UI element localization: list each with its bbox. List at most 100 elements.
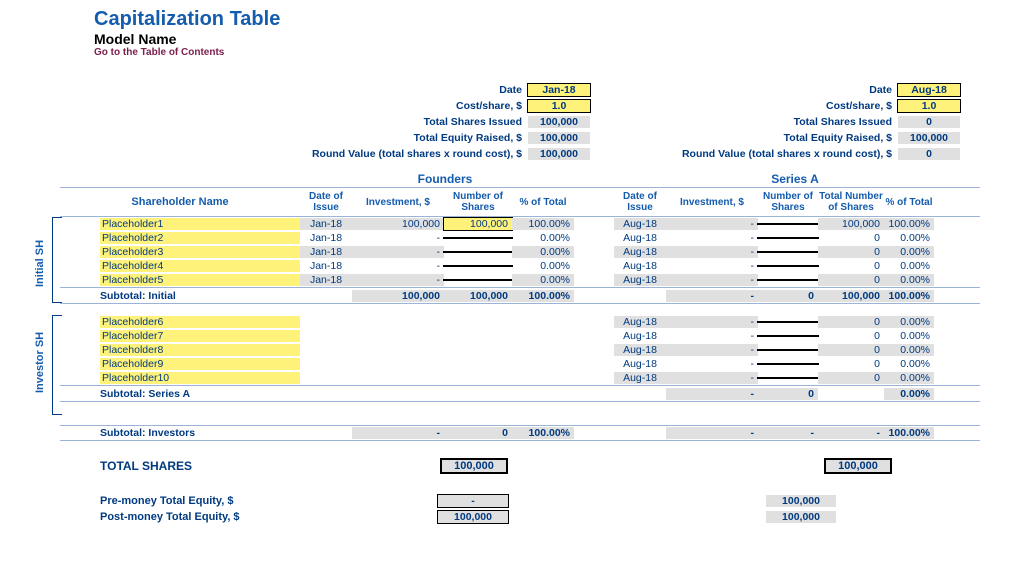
- col-pct-a: % of Total: [884, 197, 934, 208]
- pre-money-f: -: [438, 495, 508, 507]
- cell-pct-f: 0.00%: [512, 232, 574, 244]
- table-row: Placeholder8Aug-18-00.00%: [60, 343, 980, 357]
- cell-inv-a: -: [666, 316, 758, 328]
- cell-inv-f: -: [352, 260, 444, 272]
- label-tsi: Total Shares Issued: [300, 116, 528, 128]
- col-inv-a: Investment, $: [666, 197, 758, 208]
- shareholder-name[interactable]: Placeholder1: [100, 218, 300, 230]
- cell-tot-a: 0: [818, 246, 884, 258]
- cell-tot-a: 0: [818, 330, 884, 342]
- table-row: Placeholder4Jan-18-0.00%Aug-18-00.00%: [60, 259, 980, 273]
- total-shares-a: 100,000: [826, 460, 890, 472]
- shareholder-name[interactable]: Placeholder4: [100, 260, 300, 272]
- col-pct-f: % of Total: [512, 197, 574, 208]
- cell-pct-a: 100.00%: [884, 218, 934, 230]
- col-num-f: Number of Shares: [444, 191, 512, 213]
- cell-inv-a: -: [666, 372, 758, 384]
- cell-inv-a: -: [666, 330, 758, 342]
- post-money-a: 100,000: [766, 511, 836, 523]
- seriesA-date[interactable]: Aug-18: [898, 84, 960, 96]
- sub-initial-inv-a: -: [666, 290, 758, 302]
- label-tsi-a: Total Shares Issued: [630, 116, 898, 128]
- cell-pct-a: 0.00%: [884, 274, 934, 286]
- cell-doi-f: Jan-18: [300, 246, 352, 258]
- cell-tot-a: 0: [818, 372, 884, 384]
- toc-link[interactable]: Go to the Table of Contents: [94, 47, 1024, 58]
- cell-inv-a: -: [666, 246, 758, 258]
- cell-doi-a: Aug-18: [614, 260, 666, 272]
- shareholder-name[interactable]: Placeholder5: [100, 274, 300, 286]
- cell-doi-f: Jan-18: [300, 260, 352, 272]
- cell-pct-a: 0.00%: [884, 260, 934, 272]
- model-name: Model Name: [94, 31, 1024, 47]
- cell-doi-a: Aug-18: [614, 372, 666, 384]
- col-doi-a: Date of Issue: [614, 191, 666, 213]
- sub-sA-pct: 0.00%: [884, 388, 934, 400]
- sub-sA-num: 0: [758, 388, 818, 400]
- pre-money-label: Pre-money Total Equity, $: [100, 495, 380, 507]
- seriesA-summary: DateAug-18 Cost/share, $1.0 Total Shares…: [630, 82, 960, 162]
- col-tot-a: Total Number of Shares: [818, 191, 884, 213]
- shareholder-name[interactable]: Placeholder3: [100, 246, 300, 258]
- page-title: Capitalization Table: [94, 8, 1024, 31]
- cell-pct-f: 0.00%: [512, 260, 574, 272]
- shareholder-name[interactable]: Placeholder6: [100, 316, 300, 328]
- cell-doi-f: Jan-18: [300, 232, 352, 244]
- post-money-label: Post-money Total Equity, $: [100, 511, 380, 523]
- table-row: Placeholder1Jan-18100,000100,000100.00%A…: [60, 217, 980, 231]
- cell-inv-f: -: [352, 274, 444, 286]
- table-row: Placeholder9Aug-18-00.00%: [60, 357, 980, 371]
- cell-doi-a: Aug-18: [614, 344, 666, 356]
- cell-pct-a: 0.00%: [884, 344, 934, 356]
- cell-pct-f: 100.00%: [512, 218, 574, 230]
- table-row: Placeholder2Jan-18-0.00%Aug-18-00.00%: [60, 231, 980, 245]
- col-doi-f: Date of Issue: [300, 191, 352, 213]
- total-shares-f: 100,000: [442, 460, 506, 472]
- founders-tsi: 100,000: [528, 116, 590, 128]
- sub-inv-tot-a: -: [818, 427, 884, 439]
- sub-inv-inv-f: -: [352, 427, 444, 439]
- cell-inv-f: -: [352, 232, 444, 244]
- subtotal-initial-label: Subtotal: Initial: [100, 290, 300, 302]
- seriesA-cost[interactable]: 1.0: [898, 100, 960, 112]
- subtotal-seriesA-label: Subtotal: Series A: [100, 388, 300, 400]
- label-ter-a: Total Equity Raised, $: [630, 132, 898, 144]
- section-investor-bracket: [52, 315, 62, 415]
- sub-initial-inv-f: 100,000: [352, 290, 444, 302]
- founders-cost[interactable]: 1.0: [528, 100, 590, 112]
- subtotal-investors: Subtotal: Investors - 0 100.00% - - - 10…: [60, 425, 980, 441]
- cell-pct-a: 0.00%: [884, 246, 934, 258]
- shareholder-name[interactable]: Placeholder9: [100, 358, 300, 370]
- cell-pct-a: 0.00%: [884, 372, 934, 384]
- cell-num-f[interactable]: 100,000: [444, 218, 512, 230]
- sub-initial-num-f: 100,000: [444, 290, 512, 302]
- label-date-a: Date: [630, 84, 898, 96]
- table-row: Placeholder3Jan-18-0.00%Aug-18-00.00%: [60, 245, 980, 259]
- shareholder-name[interactable]: Placeholder7: [100, 330, 300, 342]
- sub-inv-pct-f: 100.00%: [512, 427, 574, 439]
- sub-initial-pct-f: 100.00%: [512, 290, 574, 302]
- founders-date[interactable]: Jan-18: [528, 84, 590, 96]
- cell-pct-f: 0.00%: [512, 246, 574, 258]
- sub-sA-inv: -: [666, 388, 758, 400]
- cell-inv-f: 100,000: [352, 218, 444, 230]
- label-cost-a: Cost/share, $: [630, 100, 898, 112]
- sub-initial-pct-a: 100.00%: [884, 290, 934, 302]
- founders-ter: 100,000: [528, 132, 590, 144]
- section-investor-label: Investor SH: [34, 323, 46, 393]
- table-row: Placeholder6Aug-18-00.00%: [60, 315, 980, 329]
- cell-doi-a: Aug-18: [614, 246, 666, 258]
- shareholder-name[interactable]: Placeholder8: [100, 344, 300, 356]
- pre-money-a: 100,000: [766, 495, 836, 507]
- col-shareholder: Shareholder Name: [60, 196, 300, 208]
- cell-inv-a: -: [666, 218, 758, 230]
- cell-doi-a: Aug-18: [614, 316, 666, 328]
- founders-summary: DateJan-18 Cost/share, $1.0 Total Shares…: [300, 82, 590, 162]
- table-row: Placeholder5Jan-18-0.00%Aug-18-00.00%: [60, 273, 980, 287]
- shareholder-name[interactable]: Placeholder10: [100, 372, 300, 384]
- cell-tot-a: 100,000: [818, 218, 884, 230]
- cell-pct-a: 0.00%: [884, 232, 934, 244]
- cell-tot-a: 0: [818, 316, 884, 328]
- cell-pct-a: 0.00%: [884, 358, 934, 370]
- shareholder-name[interactable]: Placeholder2: [100, 232, 300, 244]
